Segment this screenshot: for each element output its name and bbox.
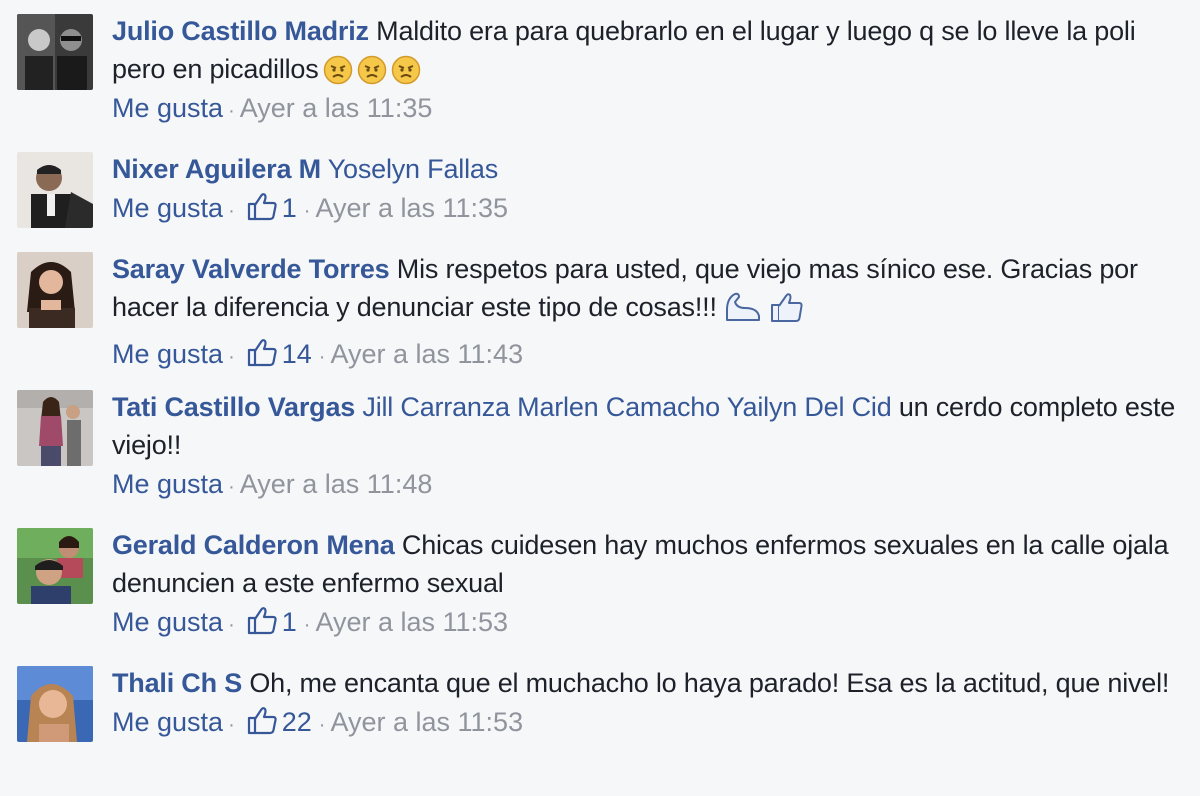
like-count-icon[interactable] [246, 605, 278, 635]
like-button[interactable]: Me gusta [112, 607, 223, 637]
comment-meta: Me gusta · 14 · Ayer a las 11:43 [112, 335, 1182, 376]
timestamp[interactable]: Ayer a las 11:53 [315, 607, 508, 637]
avatar[interactable] [17, 14, 93, 90]
timestamp[interactable]: Ayer a las 11:35 [240, 93, 433, 123]
comment-message: Oh, me encanta que el muchacho lo haya p… [249, 668, 1170, 698]
comment-text: Thali Ch S Oh, me encanta que el muchach… [112, 664, 1182, 702]
mention-link[interactable]: Yoselyn Fallas [328, 154, 499, 184]
angry-face-icon [357, 55, 387, 85]
comment-meta: Me gusta · Ayer a las 11:48 [112, 465, 1182, 506]
thumbs-up-icon [769, 290, 805, 334]
timestamp[interactable]: Ayer a las 11:35 [315, 193, 508, 223]
separator-dot: · [303, 614, 311, 636]
avatar[interactable] [17, 252, 93, 328]
separator-dot: · [228, 100, 235, 122]
timestamp[interactable]: Ayer a las 11:53 [330, 707, 523, 737]
comment-meta: Me gusta · Ayer a las 11:35 [112, 89, 1182, 130]
like-button[interactable]: Me gusta [112, 339, 223, 369]
like-button[interactable]: Me gusta [112, 93, 223, 123]
like-button[interactable]: Me gusta [112, 707, 223, 737]
comment-author[interactable]: Tati Castillo Vargas [112, 392, 355, 422]
avatar[interactable] [17, 528, 93, 604]
mention-link[interactable]: Jill Carranza Marlen Camacho Yailyn Del … [362, 392, 891, 422]
like-count-icon[interactable] [246, 191, 278, 221]
avatar[interactable] [17, 390, 93, 466]
like-count[interactable]: 1 [282, 193, 297, 223]
comment-author[interactable]: Nixer Aguilera M [112, 154, 321, 184]
timestamp[interactable]: Ayer a las 11:48 [240, 469, 433, 499]
angry-face-icon [391, 55, 421, 85]
comment-author[interactable]: Gerald Calderon Mena [112, 530, 395, 560]
comment-text: Nixer Aguilera M Yoselyn Fallas [112, 150, 1182, 188]
separator-dot: · [228, 200, 235, 222]
flexed-arm-icon [723, 290, 763, 334]
like-count-icon[interactable] [246, 337, 278, 367]
separator-dot: · [228, 614, 235, 636]
separator-dot: · [318, 346, 326, 368]
timestamp[interactable]: Ayer a las 11:43 [330, 339, 523, 369]
comment-text: Saray Valverde Torres Mis respetos para … [112, 250, 1182, 334]
separator-dot: · [228, 476, 235, 498]
separator-dot: · [303, 200, 311, 222]
separator-dot: · [228, 714, 235, 736]
comment-meta: Me gusta · 1 · Ayer a las 11:35 [112, 189, 1182, 230]
comment-author[interactable]: Thali Ch S [112, 668, 242, 698]
angry-face-icon [323, 55, 353, 85]
like-count[interactable]: 14 [282, 339, 312, 369]
avatar[interactable] [17, 666, 93, 742]
avatar[interactable] [17, 152, 93, 228]
comment-thread: Julio Castillo Madriz Maldito era para q… [0, 0, 1200, 796]
comment-text: Gerald Calderon Mena Chicas cuidesen hay… [112, 526, 1182, 602]
comment-meta: Me gusta · 22 · Ayer a las 11:53 [112, 703, 1182, 744]
like-count-icon[interactable] [246, 705, 278, 735]
separator-dot: · [228, 346, 235, 368]
comment-text: Julio Castillo Madriz Maldito era para q… [112, 12, 1182, 88]
comment-text: Tati Castillo Vargas Jill Carranza Marle… [112, 388, 1182, 464]
like-button[interactable]: Me gusta [112, 469, 223, 499]
like-count[interactable]: 22 [282, 707, 312, 737]
separator-dot: · [318, 714, 326, 736]
comment-author[interactable]: Julio Castillo Madriz [112, 16, 369, 46]
comment-author[interactable]: Saray Valverde Torres [112, 254, 390, 284]
like-count[interactable]: 1 [282, 607, 297, 637]
like-button[interactable]: Me gusta [112, 193, 223, 223]
comment-meta: Me gusta · 1 · Ayer a las 11:53 [112, 603, 1182, 644]
